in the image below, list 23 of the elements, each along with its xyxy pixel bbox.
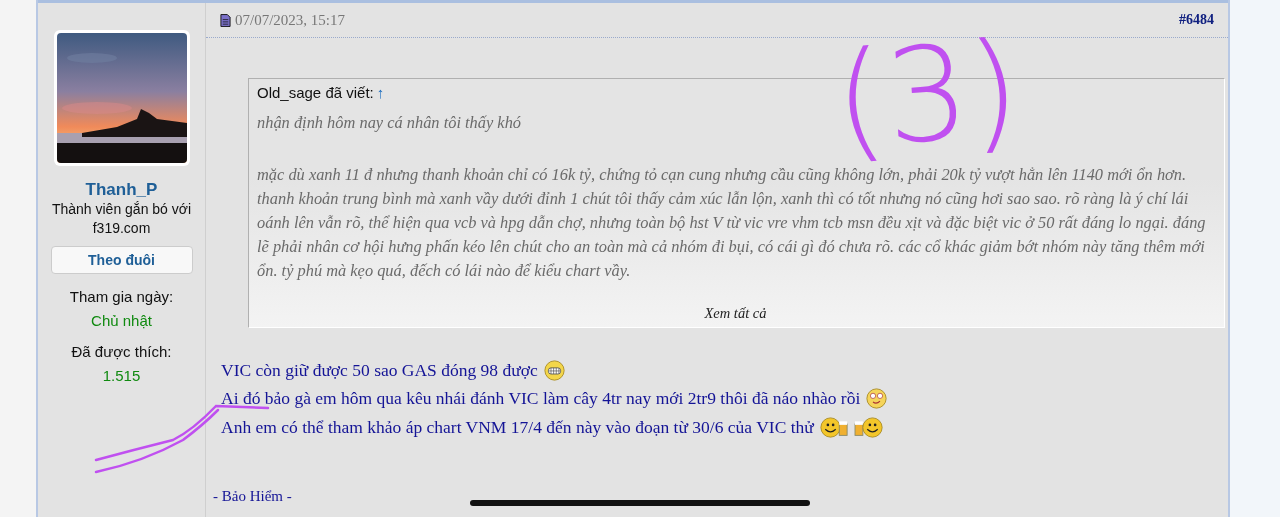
document-icon [220, 13, 231, 27]
cheers-smileys-icon [819, 416, 883, 438]
dizzy-smiley-icon [866, 388, 888, 410]
jump-link[interactable]: ↑ [376, 84, 385, 101]
follow-button[interactable]: Theo đuôi [50, 246, 193, 274]
show-all-link[interactable]: Xem tất cả [704, 305, 767, 322]
post-date: 07/07/2023, 15:17 [235, 11, 345, 29]
signature: - Bảo Hiểm - [213, 487, 292, 505]
likes-label: Đã được thích: [71, 343, 172, 360]
quote-text: nhận định hôm nay cá nhân tôi thấy khó [257, 112, 523, 134]
post-number-link[interactable]: #6484 [1179, 12, 1214, 28]
quote-text: mặc dù xanh 11 đ nhưng thanh khoản chỉ có 16k tỷ, chứng tỏ cạn cung nhưng cầu cũng không lớn, phải 20k tỷ vượt hẳn lên 1140 mới ổn hơn. thanh khoản trung bình mà xanh vầy dưới đỉnh 1 chút tôi thấy cảm xúc lẫn lộn, xanh thì có tốt nhưng nó cũng hơi sao sao. rõ ràng là ý chí lái oánh lên vẫn rõ, thể hiện qua vcb và hpg dẫn chợ, nhưng toàn bộ hst V từ vic vre vhm tcb msn đều xịt và đặc biệt vic ở 50 rất đáng lo ngại. đáng lẽ phải nhân cơ hội hưng phấn kéo lên chút cho an toàn mà cả nhóm đi bụi, có cái gì đó chưa rõ. các cổ khác giảm bớt nhóm này tăng thêm mới ổn. tỷ phú mà kẹo quá, đếch có lái nào để kiểu chart vầy. [257, 164, 1207, 282]
joined-value: Chủ nhật [91, 312, 152, 329]
username[interactable]: Thanh_P [85, 180, 158, 200]
handwritten-note: (3) [830, 23, 1024, 167]
post-text: VIC còn giữ được 50 sao GAS đóng 98 được [221, 359, 538, 381]
post-text: Anh em có thể tham khảo áp chart VNM 17/4 đến này vào đoạn từ 30/6 của VIC thử [221, 416, 814, 438]
member-rank: Thành viên gắn bó với f319.com [50, 200, 193, 238]
quote-author: Old_sage đã viết: [257, 84, 374, 101]
likes-count: 1.515 [102, 367, 141, 384]
post-text: Ai đó bảo gà em hôm qua kêu nhái đánh VIC làm cây 4tr nay mới 2tr9 thôi đã náo nhào rồi [221, 388, 861, 410]
grin-smiley-icon [543, 359, 565, 381]
joined-label: Tham gia ngày: [69, 288, 174, 305]
